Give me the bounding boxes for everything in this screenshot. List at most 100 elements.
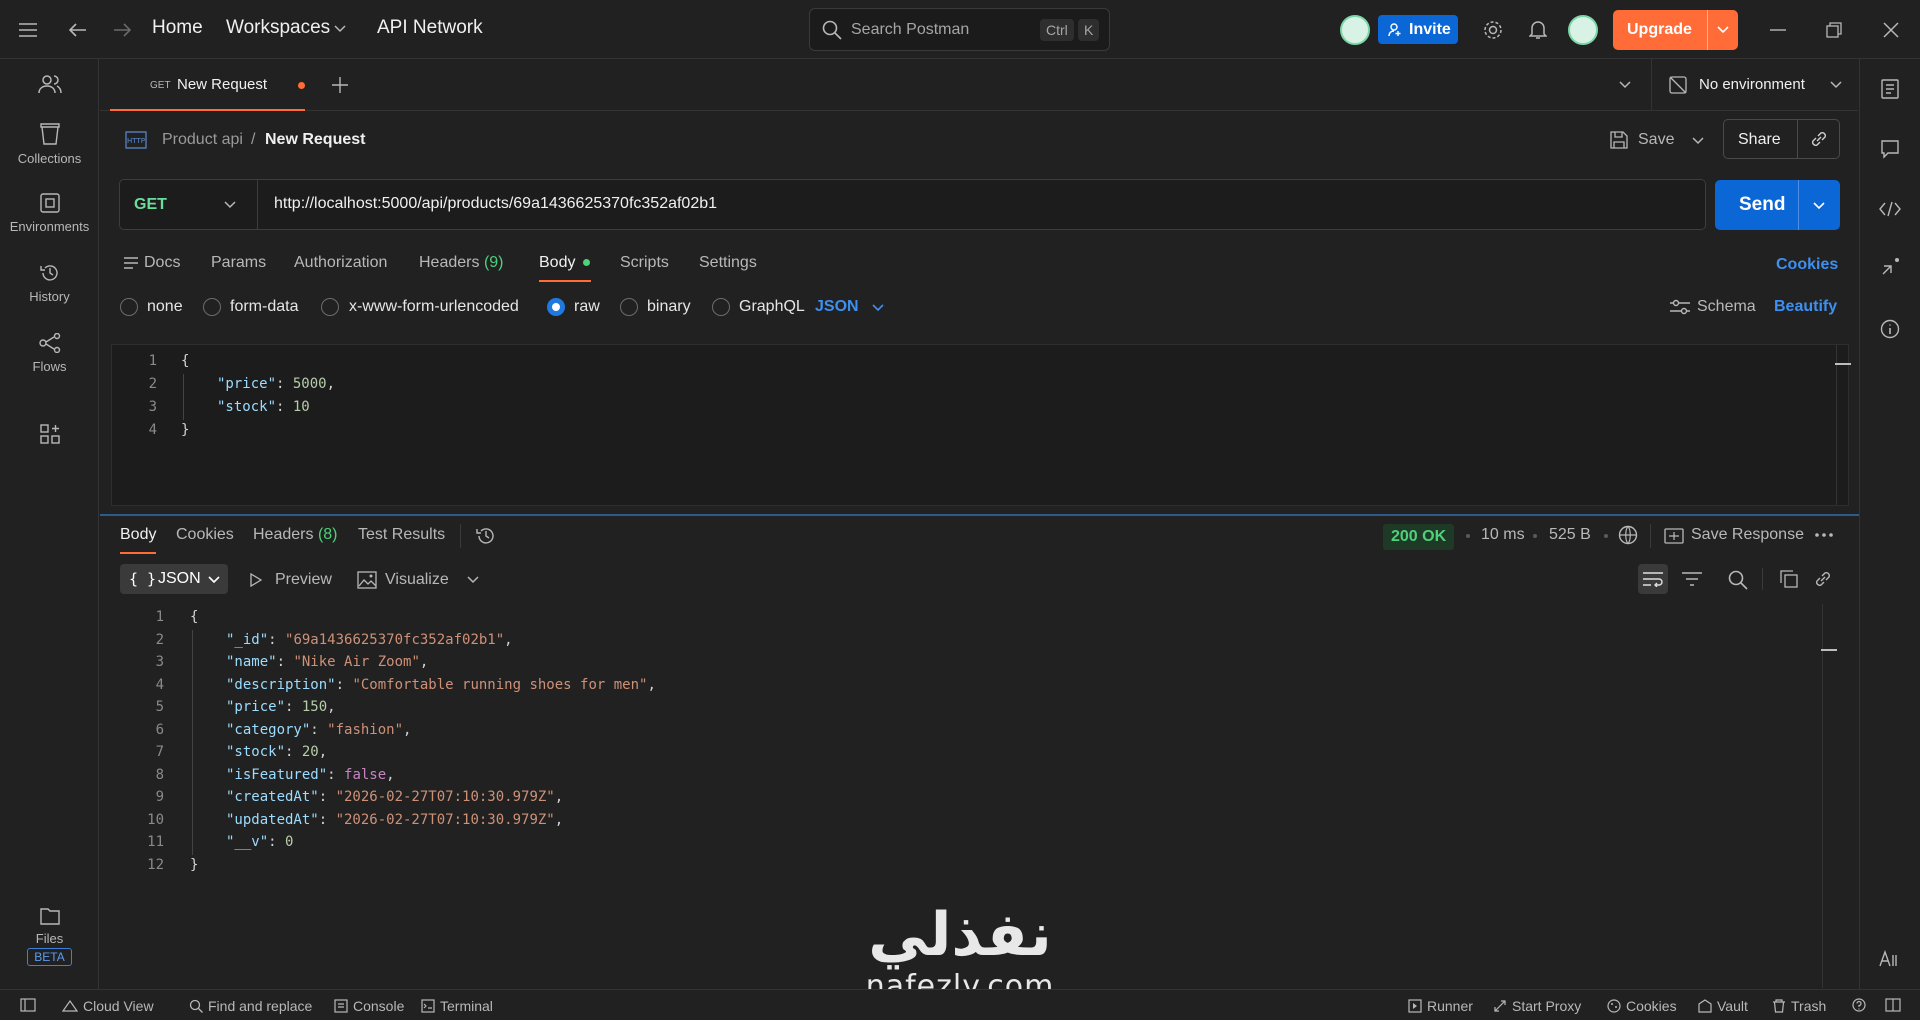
tab-body[interactable]: Body (539, 254, 575, 272)
start-proxy-button[interactable]: Start Proxy (1493, 998, 1581, 1014)
copy-icon[interactable] (1780, 570, 1798, 588)
invite-button[interactable]: Invite (1378, 15, 1458, 44)
tab-settings[interactable]: Settings (699, 254, 757, 272)
forward-arrow-icon[interactable] (110, 18, 134, 42)
visualize-button[interactable]: Visualize (385, 571, 449, 589)
trash-button[interactable]: Trash (1772, 998, 1826, 1014)
settings-gear-icon[interactable] (1481, 18, 1505, 42)
url-input[interactable]: http://localhost:5000/api/products/69a14… (274, 195, 717, 213)
sidebar-item-environments[interactable]: Environments (0, 193, 99, 234)
save-response-button[interactable]: Save Response (1691, 526, 1804, 544)
more-options-icon[interactable] (1815, 533, 1833, 537)
chevron-down-icon[interactable] (333, 22, 347, 36)
nav-workspaces[interactable]: Workspaces (226, 17, 330, 39)
cookies-link[interactable]: Cookies (1776, 256, 1838, 274)
save-button[interactable]: Save (1608, 129, 1706, 151)
network-globe-icon[interactable] (1618, 525, 1638, 545)
history-icon[interactable] (476, 526, 496, 546)
related-collections-icon[interactable] (1878, 255, 1902, 279)
breadcrumb-collection[interactable]: Product api (162, 131, 243, 149)
search-box[interactable]: Search Postman Ctrl K (809, 8, 1110, 51)
menu-icon[interactable] (16, 18, 40, 42)
sidebar-item-history[interactable]: History (0, 263, 99, 304)
tab-params[interactable]: Params (211, 254, 266, 272)
add-ons-icon[interactable] (0, 424, 99, 450)
restore-window-icon[interactable] (1822, 18, 1846, 42)
radio-binary[interactable] (620, 298, 638, 316)
sidebar-item-files[interactable]: Files BETA (0, 907, 99, 966)
vault-button[interactable]: Vault (1698, 998, 1748, 1014)
wrap-lines-icon[interactable] (1638, 564, 1668, 594)
request-body-editor[interactable]: 1 {2 "price": 5000, 3 "stock": 10 4} (111, 344, 1851, 506)
code-token: "2026-02-27T07:10:30.979Z" (335, 811, 555, 828)
add-tab-icon[interactable] (328, 73, 352, 97)
help-icon[interactable] (1852, 998, 1866, 1012)
back-arrow-icon[interactable] (66, 18, 90, 42)
user-avatar[interactable] (1568, 15, 1598, 45)
chevron-down-icon[interactable] (467, 576, 479, 584)
link-icon[interactable] (1814, 570, 1832, 588)
nav-home[interactable]: Home (152, 17, 203, 39)
editor-scrollbar[interactable] (1835, 345, 1851, 505)
radio-raw[interactable] (547, 298, 565, 316)
nav-api-network[interactable]: API Network (377, 17, 483, 39)
code-token: "name" (226, 654, 277, 670)
body-format-select[interactable]: JSON (815, 298, 859, 316)
ai-assistant-icon[interactable] (1876, 947, 1904, 971)
response-tab-test-results[interactable]: Test Results (358, 526, 445, 544)
chevron-down-icon[interactable] (872, 304, 884, 312)
terminal-button[interactable]: Terminal (421, 998, 493, 1014)
team-icon[interactable] (0, 73, 99, 101)
preview-button[interactable]: Preview (275, 571, 332, 589)
code-icon[interactable] (1878, 197, 1902, 221)
close-icon[interactable] (1879, 18, 1903, 42)
minimize-icon[interactable] (1766, 18, 1790, 42)
notifications-bell-icon[interactable] (1526, 18, 1550, 42)
response-tab-headers[interactable]: Headers (8) (253, 526, 338, 544)
response-size[interactable]: 525 B (1549, 526, 1591, 544)
radio-form-data[interactable] (203, 298, 221, 316)
documentation-icon[interactable] (1878, 77, 1902, 101)
response-tab-cookies[interactable]: Cookies (176, 526, 234, 544)
response-format-select[interactable]: { } JSON (120, 564, 228, 594)
response-tab-body[interactable]: Body (120, 526, 156, 544)
runner-button[interactable]: Runner (1408, 998, 1473, 1014)
search-icon[interactable] (1728, 570, 1748, 590)
pane-divider[interactable] (100, 514, 1859, 516)
beautify-button[interactable]: Beautify (1774, 298, 1837, 316)
two-pane-layout-icon[interactable] (1885, 998, 1901, 1012)
share-button[interactable]: Share (1723, 119, 1840, 159)
filter-icon[interactable] (1682, 571, 1702, 587)
cookies-button[interactable]: Cookies (1607, 998, 1677, 1014)
environment-selector[interactable]: No environment (1651, 59, 1858, 111)
team-avatar[interactable] (1340, 15, 1370, 45)
comments-icon[interactable] (1878, 137, 1902, 161)
line-number: 4 (155, 676, 164, 693)
toggle-sidebar-icon[interactable] (20, 998, 36, 1012)
method-select[interactable]: GET (120, 180, 258, 229)
indent-guide (183, 397, 184, 420)
radio-none[interactable] (120, 298, 138, 316)
sidebar-item-collections[interactable]: Collections (0, 123, 99, 166)
breadcrumb-request[interactable]: New Request (265, 131, 365, 149)
find-replace-button[interactable]: Find and replace (189, 998, 312, 1014)
cloud-view-button[interactable]: Cloud View (62, 998, 154, 1014)
radio-graphql[interactable] (712, 298, 730, 316)
tabs-dropdown-icon[interactable] (1613, 73, 1637, 97)
tab-headers[interactable]: Headers (9) (419, 254, 504, 272)
tab-docs[interactable]: Docs (144, 254, 180, 272)
sidebar-item-flows[interactable]: Flows (0, 333, 99, 374)
code-token: , (386, 766, 395, 783)
response-time[interactable]: 10 ms (1481, 526, 1525, 544)
info-icon[interactable] (1878, 317, 1902, 341)
send-button[interactable]: Send (1715, 180, 1840, 230)
tab-authorization[interactable]: Authorization (294, 254, 387, 272)
response-scrollbar[interactable] (1821, 604, 1837, 988)
console-button[interactable]: Console (334, 998, 404, 1014)
tab-new-request[interactable]: GET New Request (110, 59, 305, 111)
radio-urlencoded[interactable] (321, 298, 339, 316)
upgrade-button[interactable]: Upgrade (1613, 10, 1738, 50)
tab-scripts[interactable]: Scripts (620, 254, 669, 272)
response-toolbar: { } JSON Preview Visualize (100, 564, 1859, 596)
schema-button[interactable]: Schema (1697, 298, 1756, 316)
